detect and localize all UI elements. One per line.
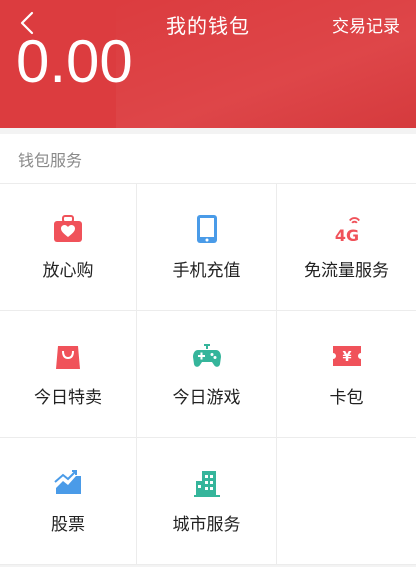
service-item-fangxingou[interactable]: 放心购 (0, 184, 137, 311)
empty-cell (277, 438, 416, 565)
4g-icon: 4G (332, 214, 362, 244)
service-label: 城市服务 (172, 514, 241, 535)
service-label: 今日特卖 (34, 387, 102, 408)
gamepad-icon (192, 341, 222, 371)
briefcase-heart-icon (53, 214, 83, 244)
ticket-icon: ¥ (332, 341, 362, 371)
service-item-card-wallet[interactable]: ¥ 卡包 (277, 311, 416, 438)
service-label: 今日游戏 (172, 387, 241, 408)
service-item-daily-sale[interactable]: 今日特卖 (0, 311, 137, 438)
building-icon (192, 468, 222, 498)
phone-icon (192, 214, 222, 244)
yen-text: ¥ (342, 350, 351, 365)
service-label: 放心购 (42, 260, 94, 281)
stock-chart-icon (53, 468, 83, 498)
service-label: 股票 (51, 514, 85, 535)
section-title: 钱包服务 (0, 134, 416, 184)
balance-amount: 0.00 (16, 28, 133, 95)
service-grid: 放心购 手机充值 4G 免流量服务 今日特卖 今日游戏 ¥ 卡包 股票 城市服务 (0, 184, 416, 565)
service-item-city-services[interactable]: 城市服务 (137, 438, 277, 565)
service-item-free-data[interactable]: 4G 免流量服务 (277, 184, 416, 311)
service-label: 免流量服务 (304, 260, 389, 281)
4g-text: 4G (334, 226, 358, 244)
wallet-header: 我的钱包 交易记录 0.00 (0, 0, 416, 128)
shopping-bag-icon (53, 341, 83, 371)
service-item-stocks[interactable]: 股票 (0, 438, 137, 565)
service-label: 卡包 (329, 387, 364, 408)
service-item-daily-games[interactable]: 今日游戏 (137, 311, 277, 438)
transaction-record-link[interactable]: 交易记录 (332, 12, 400, 37)
service-label: 手机充值 (172, 260, 241, 281)
service-item-phone-recharge[interactable]: 手机充值 (137, 184, 277, 311)
